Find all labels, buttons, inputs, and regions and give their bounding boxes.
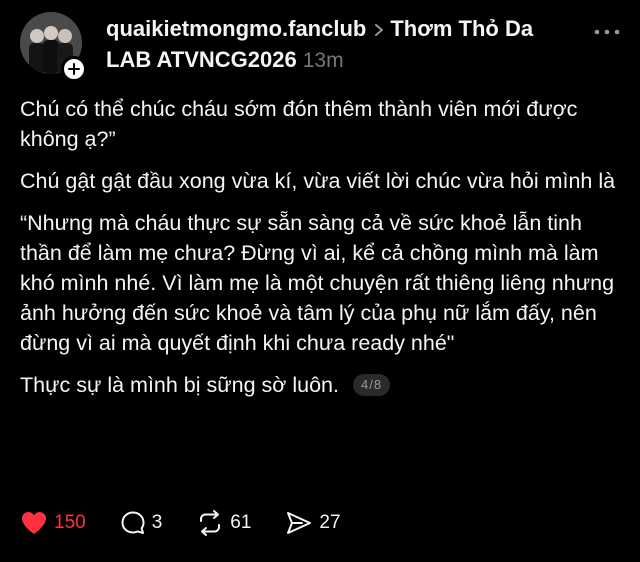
post-time: 13m	[302, 49, 344, 73]
comment-button[interactable]: 3	[120, 510, 163, 536]
heart-icon	[22, 512, 46, 534]
repost-button[interactable]: 61	[196, 510, 251, 536]
username-link[interactable]: quaikietmongmo.fanclub	[106, 16, 366, 41]
post-paragraph-last: Thực sự là mình bị sững sờ luôn. 4/8	[20, 370, 620, 400]
avatar-container[interactable]	[20, 12, 87, 82]
chevron-right-icon	[374, 15, 384, 45]
share-button[interactable]: 27	[285, 510, 341, 536]
plus-icon	[68, 63, 80, 75]
thread-post: quaikietmongmo.fanclub Thơm Thỏ Da LAB AT…	[0, 0, 640, 562]
like-count: 150	[54, 512, 86, 533]
post-body: Chú có thể chúc cháu sớm đón thêm thành …	[20, 94, 620, 412]
like-button[interactable]: 150	[20, 510, 86, 536]
share-count: 27	[319, 512, 341, 533]
action-bar: 150 3 61 27	[20, 510, 375, 536]
post-paragraph: Chú gật gật đầu xong vừa kí, vừa viết lờ…	[20, 169, 616, 193]
header-line: quaikietmongmo.fanclub Thơm Thỏ Da LAB AT…	[106, 14, 576, 76]
post-paragraph: “Nhưng mà cháu thực sự sẵn sàng cả về sứ…	[20, 211, 615, 355]
repost-count: 61	[230, 512, 252, 533]
follow-button[interactable]	[61, 56, 87, 82]
page-indicator: 4/8	[352, 374, 391, 396]
send-icon	[287, 512, 312, 534]
post-last-text: Thực sự là mình bị sững sờ luôn.	[20, 373, 339, 397]
more-options-icon[interactable]	[592, 22, 622, 42]
post-paragraph: Chú có thể chúc cháu sớm đón thêm thành …	[20, 97, 578, 151]
post-header: quaikietmongmo.fanclub Thơm Thỏ Da LAB AT…	[106, 14, 576, 76]
repost-icon	[200, 510, 221, 536]
comment-icon	[121, 511, 145, 534]
comment-count: 3	[151, 512, 163, 533]
